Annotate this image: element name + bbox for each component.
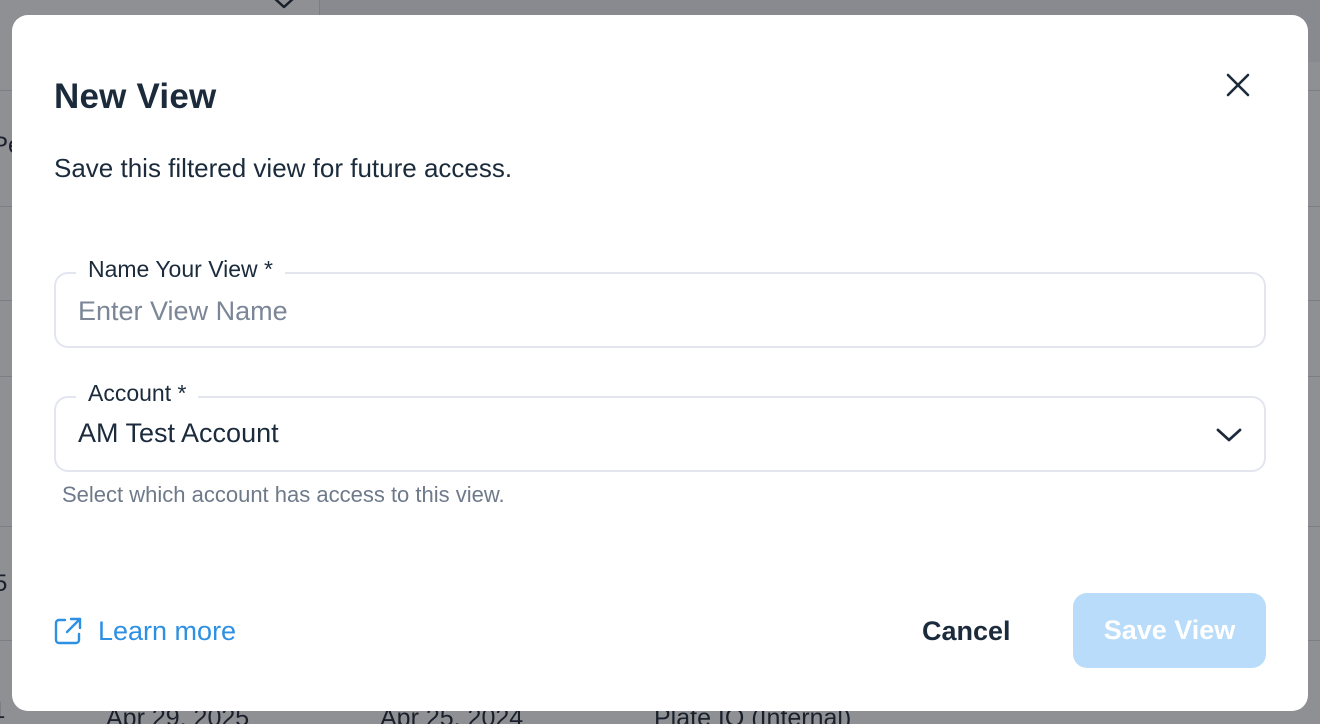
learn-more-link[interactable]: Learn more (52, 613, 236, 649)
view-name-label: Name Your View * (76, 256, 285, 283)
view-name-field[interactable]: Name Your View * (54, 256, 1266, 348)
account-label: Account * (76, 380, 199, 407)
close-button[interactable] (1218, 65, 1258, 105)
external-link-icon (54, 617, 82, 645)
new-view-dialog: New View Save this filtered view for fut… (12, 15, 1308, 711)
account-select[interactable]: Account * AM Test Account (54, 380, 1266, 472)
chevron-down-icon[interactable] (1214, 422, 1244, 448)
dialog-subtitle: Save this filtered view for future acces… (54, 153, 513, 183)
cancel-button[interactable]: Cancel (922, 613, 1011, 649)
save-view-button[interactable]: Save View (1073, 593, 1266, 668)
view-name-input[interactable] (78, 292, 1238, 330)
dialog-title: New View (54, 77, 217, 116)
close-icon (1226, 73, 1250, 97)
learn-more-label[interactable]: Learn more (98, 616, 236, 647)
account-helper-text: Select which account has access to this … (62, 482, 505, 507)
account-selected-value[interactable]: AM Test Account (78, 418, 279, 449)
